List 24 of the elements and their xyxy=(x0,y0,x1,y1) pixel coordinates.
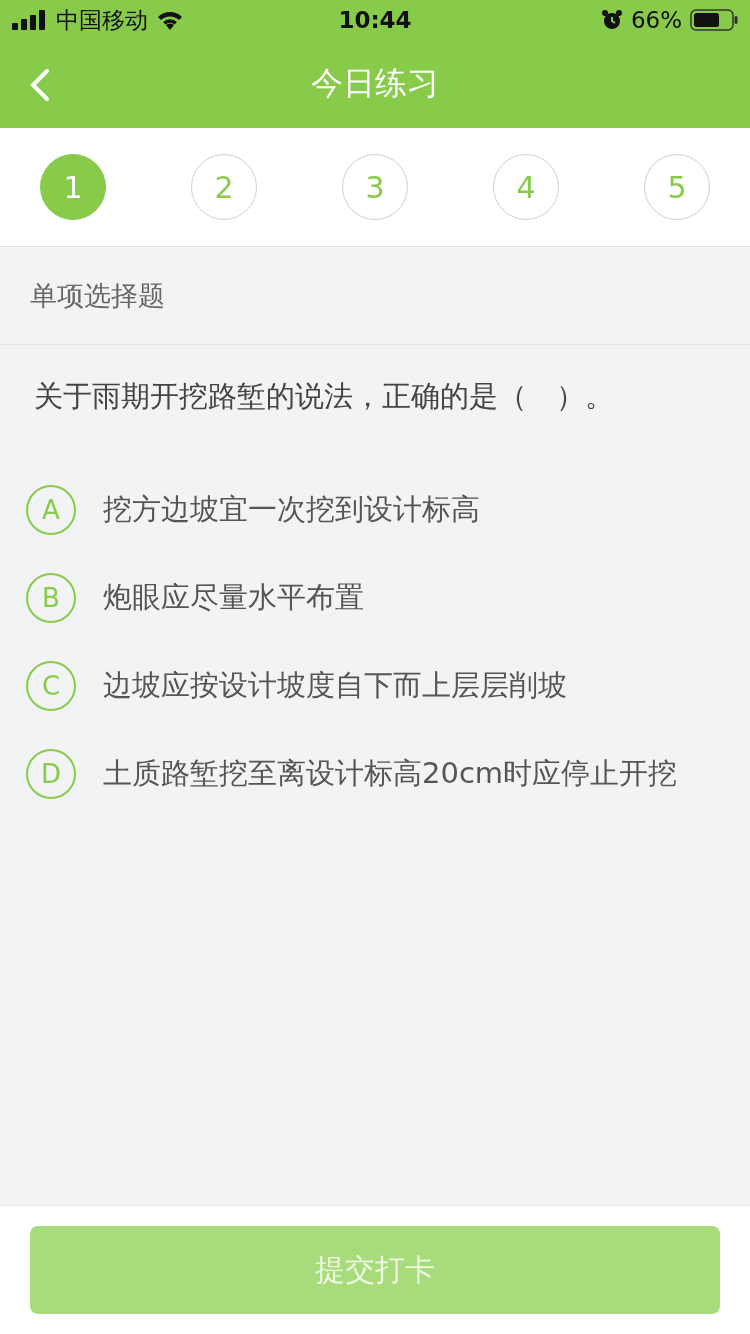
status-time: 10:44 xyxy=(338,7,412,33)
option-text[interactable]: 土质路堑挖至离设计标高20cm时应停止开挖 xyxy=(103,754,678,794)
wifi-icon xyxy=(156,10,184,30)
question-type-label: 单项选择题 xyxy=(30,278,165,313)
option-letter-button[interactable]: D xyxy=(26,749,76,799)
option-text[interactable]: 炮眼应尽量水平布置 xyxy=(103,578,364,618)
question-number-tab[interactable]: 5 xyxy=(644,154,710,220)
question-number-tab[interactable]: 4 xyxy=(493,154,559,220)
back-chevron-icon xyxy=(30,68,50,102)
option-letter-button[interactable]: C xyxy=(26,661,76,711)
option-text[interactable]: 挖方边坡宜一次挖到设计标高 xyxy=(103,490,480,530)
battery-icon xyxy=(690,9,738,31)
option-text[interactable]: 边坡应按设计坡度自下而上层层削坡 xyxy=(103,666,567,706)
option-letter-button[interactable]: B xyxy=(26,573,76,623)
alarm-clock-icon xyxy=(600,9,623,31)
question-number-tab[interactable]: 3 xyxy=(342,154,408,220)
page-title: 今日练习 xyxy=(311,63,439,104)
question-text: 关于雨期开挖路堑的说法，正确的是（ ）。 xyxy=(33,378,615,415)
signal-icon xyxy=(12,10,48,30)
option-letter-button[interactable]: A xyxy=(26,485,76,535)
question-number-tab[interactable]: 2 xyxy=(191,154,257,220)
battery-percent: 66% xyxy=(630,7,682,33)
question-number-tab[interactable]: 1 xyxy=(40,154,106,220)
carrier-name: 中国移动 xyxy=(56,5,148,35)
